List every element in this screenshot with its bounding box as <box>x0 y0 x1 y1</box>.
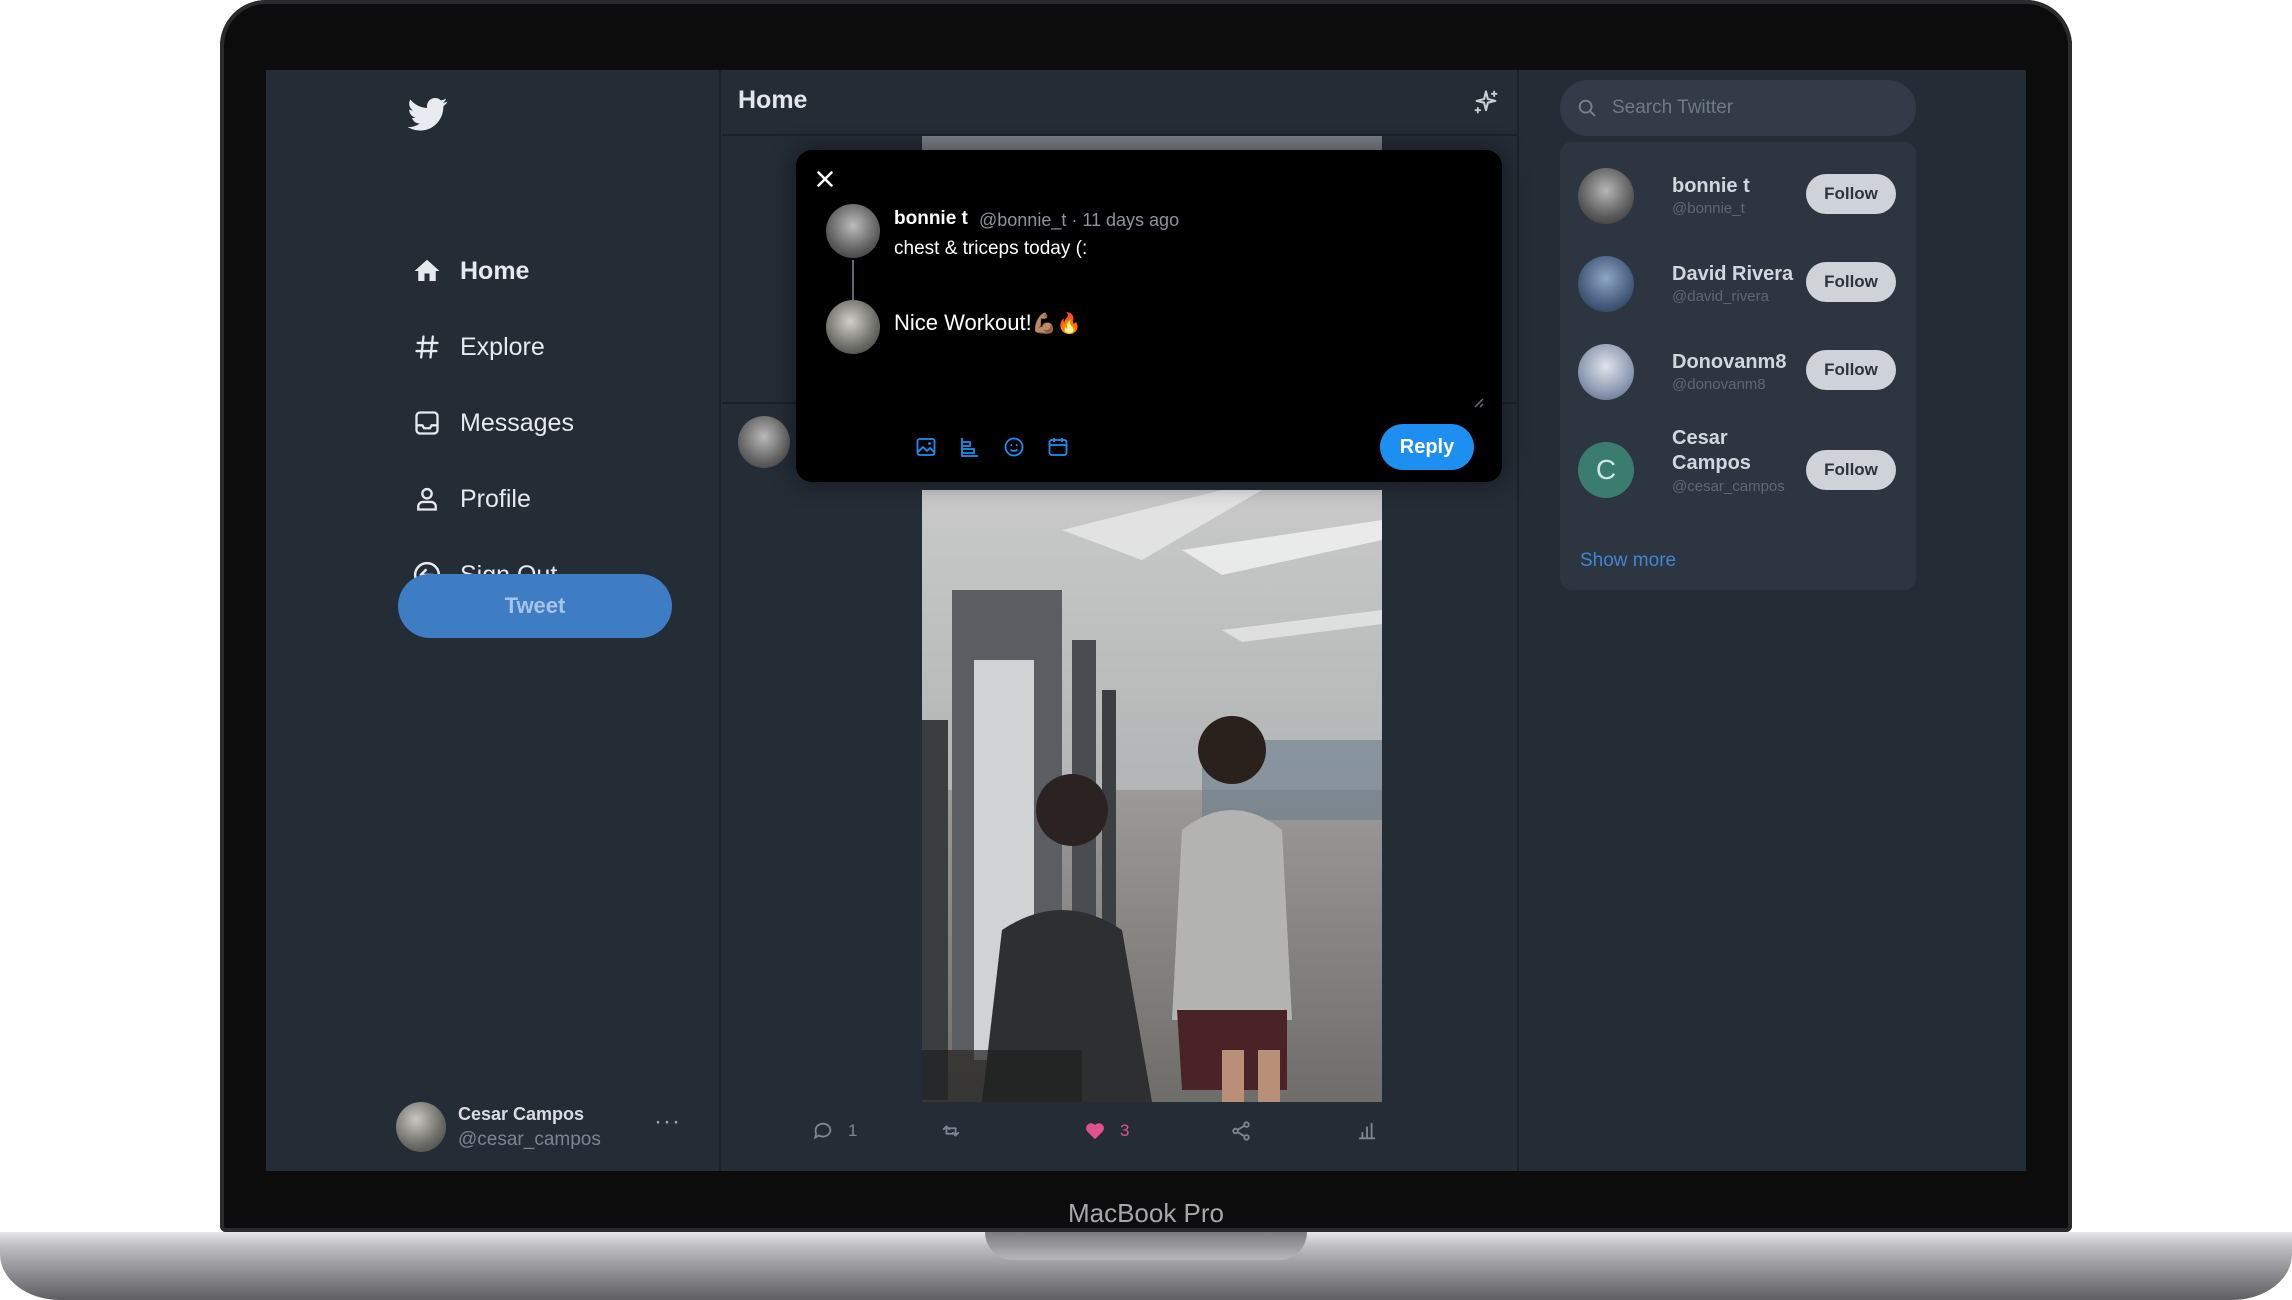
reply-author-avatar <box>826 300 880 354</box>
screen: Home Explore Messages Profile Sign Out <box>266 70 2026 1171</box>
reply-input-text: Nice Workout! <box>894 310 1032 335</box>
original-author-avatar <box>826 204 880 258</box>
reply-toolbar <box>904 432 1080 462</box>
reply-input[interactable]: Nice Workout! 💪🏽🔥 <box>894 310 1082 336</box>
reply-emoji: 💪🏽🔥 <box>1031 312 1082 335</box>
device-label: MacBook Pro <box>1067 1198 1225 1228</box>
original-author-meta: @bonnie_t · 11 days ago <box>979 210 1180 230</box>
resize-handle-icon[interactable] <box>1470 394 1484 408</box>
laptop-notch <box>985 1232 1307 1260</box>
original-tweet-text: chest & triceps today (: <box>894 238 1088 259</box>
thread-line <box>852 260 854 300</box>
poll-icon[interactable] <box>948 432 992 462</box>
close-icon[interactable] <box>812 166 838 192</box>
original-author-name: bonnie t <box>894 208 968 229</box>
reply-modal: bonnie t @bonnie_t · 11 days ago chest &… <box>796 150 1502 482</box>
emoji-icon[interactable] <box>992 432 1036 462</box>
schedule-icon[interactable] <box>1036 432 1080 462</box>
image-icon[interactable] <box>904 432 948 462</box>
reply-button[interactable]: Reply <box>1380 424 1474 470</box>
